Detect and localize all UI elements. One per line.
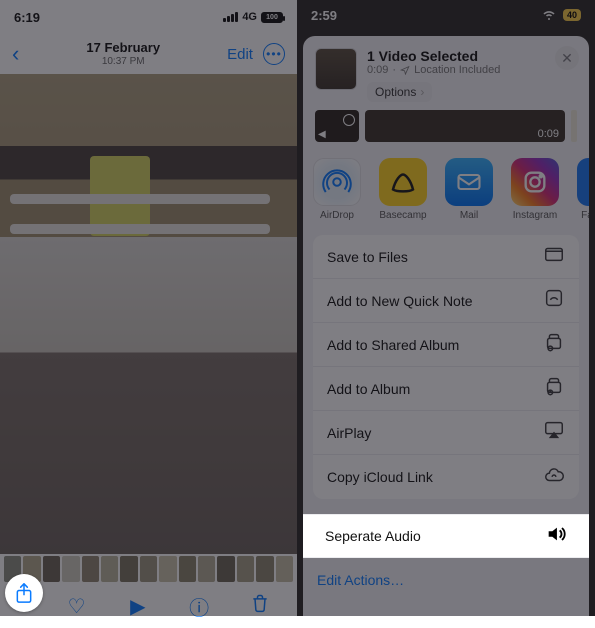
status-bar: 2:59 40	[297, 0, 595, 30]
action-icloud-link[interactable]: Copy iCloud Link	[313, 455, 579, 499]
thumb[interactable]	[82, 556, 99, 582]
nav-title: 17 February 10:37 PM	[86, 41, 160, 67]
battery-icon: 40	[563, 9, 581, 21]
thumb[interactable]	[62, 556, 79, 582]
trash-button[interactable]	[245, 593, 275, 619]
sheet-header: 1 Video Selected 0:09 · Location Include…	[303, 36, 589, 110]
video-clip-edge	[571, 110, 577, 142]
thumb[interactable]	[43, 556, 60, 582]
nav-date: 17 February	[86, 41, 160, 56]
cloud-link-icon	[543, 464, 565, 491]
basecamp-icon	[379, 158, 427, 206]
like-button[interactable]: ♡	[62, 594, 92, 619]
airplay-icon	[543, 419, 565, 446]
action-quick-note[interactable]: Add to New Quick Note	[313, 279, 579, 323]
share-sheet-screen: 2:59 40 1 Video Selected 0:09 · Location…	[297, 0, 595, 616]
thumb[interactable]	[198, 556, 215, 582]
app-mail[interactable]: Mail	[445, 158, 493, 221]
app-basecamp[interactable]: Basecamp	[379, 158, 427, 221]
action-add-album[interactable]: Add to Album	[313, 367, 579, 411]
thumb[interactable]	[179, 556, 196, 582]
nav-bar: ‹ 17 February 10:37 PM Edit •••	[0, 34, 297, 74]
video-thumbnail	[315, 48, 357, 90]
photos-app-screen: 6:19 4G 100 ‹ 17 February 10:37 PM Edit …	[0, 0, 297, 616]
signal-icon	[223, 12, 238, 22]
info-button[interactable]: ⓘ	[184, 592, 214, 621]
status-right: 4G 100	[223, 11, 283, 23]
status-bar: 6:19 4G 100	[0, 0, 297, 34]
facebook-icon	[577, 158, 589, 206]
battery-icon: 100	[261, 12, 283, 23]
airdrop-icon	[313, 158, 361, 206]
sheet-title: 1 Video Selected	[367, 48, 500, 64]
instagram-icon	[511, 158, 559, 206]
action-save-to-files[interactable]: Save to Files	[313, 235, 579, 279]
edit-actions-label: Edit Actions…	[317, 572, 404, 588]
edit-actions-row[interactable]: Edit Actions…	[303, 558, 589, 616]
folder-icon	[543, 243, 565, 270]
shared-album-icon	[543, 331, 565, 358]
thumb[interactable]	[101, 556, 118, 582]
network-type: 4G	[242, 11, 257, 23]
note-icon	[543, 287, 565, 314]
close-button[interactable]: ✕	[555, 46, 579, 70]
mail-icon	[445, 158, 493, 206]
share-apps-row[interactable]: AirDrop Basecamp Mail Instagram	[303, 152, 589, 229]
play-button[interactable]: ▶	[123, 594, 153, 619]
video-duration: 0:09	[538, 128, 559, 140]
action-shared-album[interactable]: Add to Shared Album	[313, 323, 579, 367]
thumb[interactable]	[276, 556, 293, 582]
separate-audio-label: Seperate Audio	[325, 528, 421, 544]
options-button[interactable]: Options ›	[367, 82, 432, 102]
video-timeline-row: ◀ 0:09	[303, 110, 589, 152]
actions-list: Save to Files Add to New Quick Note Add …	[313, 235, 579, 499]
share-button[interactable]	[5, 574, 43, 612]
nav-time: 10:37 PM	[86, 56, 160, 68]
app-airdrop[interactable]: AirDrop	[313, 158, 361, 221]
wifi-icon	[541, 8, 557, 23]
sheet-subtitle: 0:09 · Location Included	[367, 64, 500, 76]
thumb[interactable]	[237, 556, 254, 582]
video-clip-small[interactable]: ◀	[315, 110, 359, 142]
thumb[interactable]	[120, 556, 137, 582]
speaker-icon	[545, 523, 567, 550]
app-instagram[interactable]: Instagram	[511, 158, 559, 221]
thumb[interactable]	[256, 556, 273, 582]
thumbnail-strip[interactable]	[0, 554, 297, 584]
more-button[interactable]: •••	[263, 43, 285, 65]
thumb[interactable]	[217, 556, 234, 582]
video-clip-large[interactable]: 0:09	[365, 110, 565, 142]
thumb[interactable]	[140, 556, 157, 582]
live-icon	[343, 114, 355, 126]
status-time: 2:59	[311, 8, 337, 23]
photo-viewport[interactable]	[0, 74, 297, 554]
status-time: 6:19	[14, 10, 40, 25]
back-button[interactable]: ‹	[12, 41, 19, 67]
action-airplay[interactable]: AirPlay	[313, 411, 579, 455]
action-separate-audio[interactable]: Seperate Audio	[303, 514, 589, 558]
app-facebook[interactable]: Fa	[577, 158, 589, 221]
album-icon	[543, 375, 565, 402]
thumb[interactable]	[159, 556, 176, 582]
edit-button[interactable]: Edit	[227, 46, 253, 63]
bottom-toolbar: ♡ ▶ ⓘ	[0, 584, 297, 628]
